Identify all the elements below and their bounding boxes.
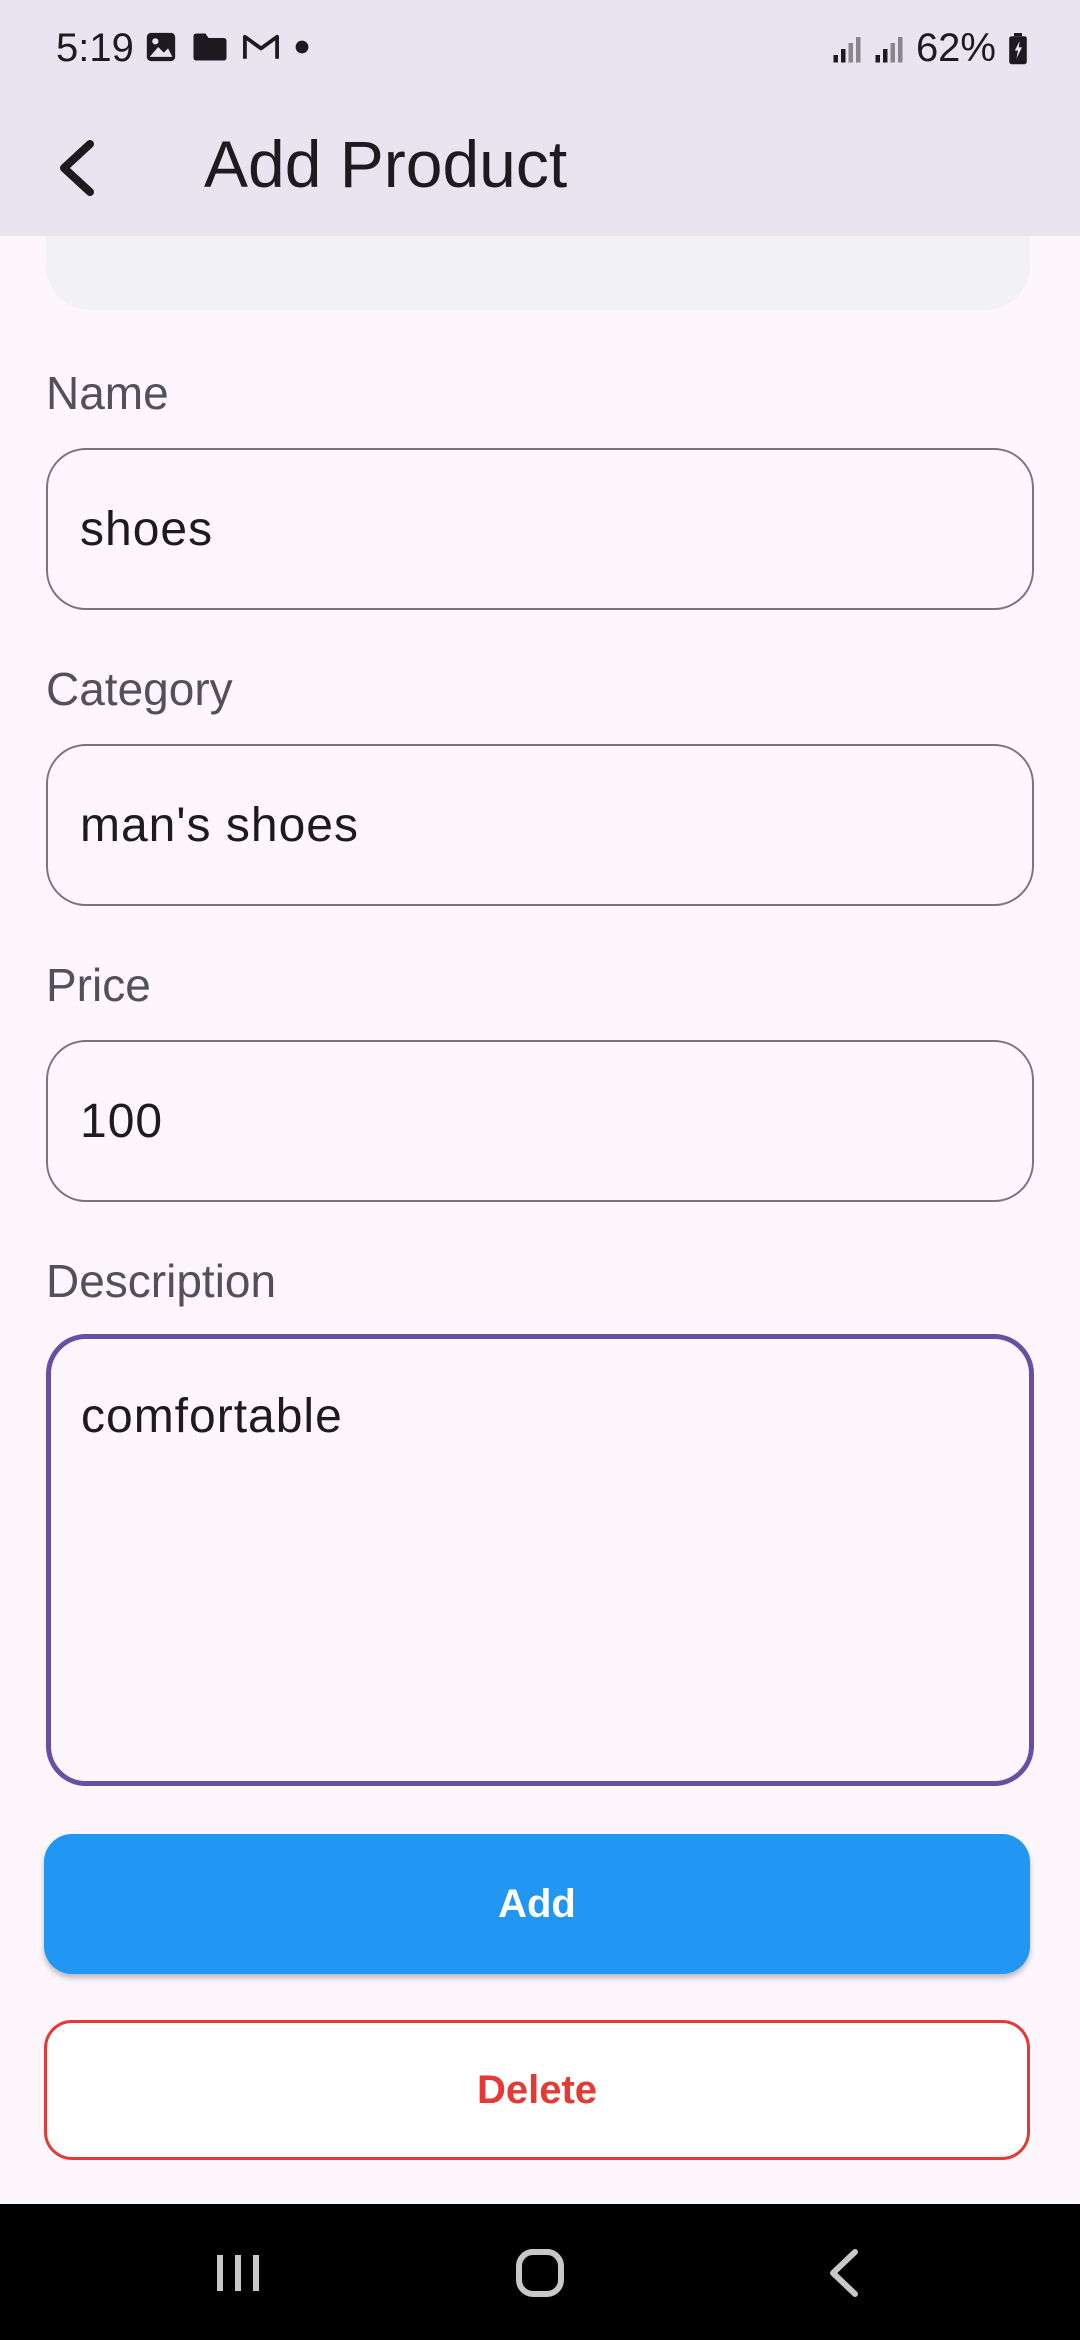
price-field[interactable]: 100 <box>46 1040 1034 1202</box>
battery-percent: 62% <box>915 26 996 70</box>
dot-icon <box>295 40 309 54</box>
description-field[interactable]: comfortable <box>46 1334 1034 1786</box>
recents-button[interactable] <box>198 2238 278 2308</box>
app-bar: Add Product <box>0 102 1080 236</box>
image-icon <box>146 32 176 62</box>
signal-icon <box>875 36 903 62</box>
system-nav-bar <box>0 2204 1080 2340</box>
status-bar: 5:19 62% <box>0 0 1080 102</box>
name-label: Name <box>46 367 169 419</box>
delete-button[interactable]: Delete <box>44 2020 1030 2160</box>
category-field[interactable]: man's shoes <box>46 744 1034 906</box>
product-form: Name shoes Category man's shoes Price 10… <box>0 236 1080 2204</box>
back-icon <box>830 2249 858 2297</box>
name-field[interactable]: shoes <box>46 448 1034 610</box>
status-time: 5:19 <box>56 26 134 70</box>
add-button[interactable]: Add <box>44 1834 1030 1974</box>
category-label: Category <box>46 663 233 715</box>
arrow-back-icon <box>60 140 94 196</box>
product-image-box[interactable] <box>46 236 1030 310</box>
gmail-icon <box>243 34 279 59</box>
description-label: Description <box>46 1255 277 1307</box>
notification-icons <box>144 30 310 64</box>
signal-icon <box>833 36 861 62</box>
price-label: Price <box>46 959 151 1011</box>
recents-icon <box>217 2255 259 2291</box>
home-button[interactable] <box>500 2238 580 2308</box>
back-button[interactable] <box>30 122 122 214</box>
battery-icon <box>1009 32 1027 64</box>
folder-icon <box>193 33 227 61</box>
page-title: Add Product <box>204 127 568 201</box>
home-icon <box>516 2249 564 2297</box>
system-icons: 62% <box>832 26 1028 71</box>
nav-back-button[interactable] <box>804 2238 884 2308</box>
